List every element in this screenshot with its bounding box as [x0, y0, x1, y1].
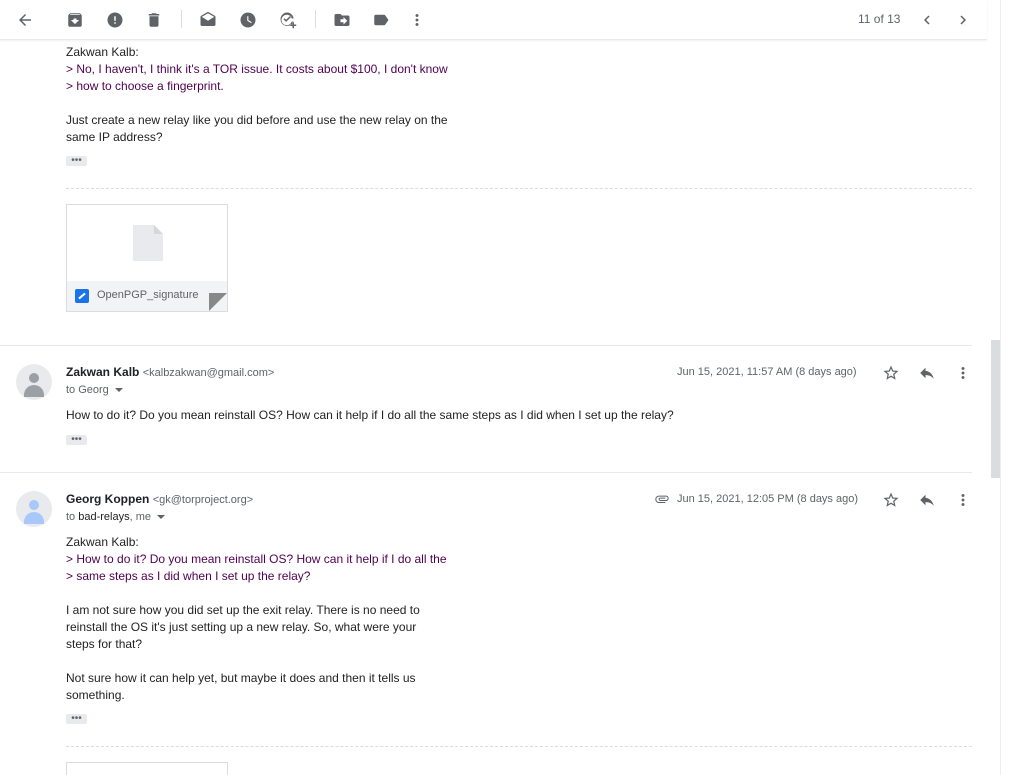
show-trimmed-content-button[interactable]: •••	[66, 714, 87, 724]
recipients-prefix: to	[66, 511, 79, 523]
body-line: Zakwan Kalb:	[66, 45, 139, 59]
show-trimmed-content-button[interactable]: •••	[66, 435, 87, 445]
recipients: to Georg	[66, 384, 123, 396]
body-line: same IP address?	[66, 130, 163, 144]
sender[interactable]: Zakwan Kalb <kalbzakwan@gmail.com>	[66, 365, 274, 379]
attachment-divider	[66, 188, 972, 189]
message-divider	[0, 345, 972, 346]
toolbar-divider	[315, 10, 316, 28]
sender-name: Zakwan Kalb	[66, 365, 140, 379]
avatar	[16, 491, 52, 527]
body-line: Zakwan Kalb:	[66, 535, 139, 549]
body-line: I am not sure how you did set up the exi…	[66, 603, 420, 617]
chevron-right-icon[interactable]	[951, 8, 975, 32]
attachment-divider	[66, 746, 972, 747]
more-vert-icon[interactable]	[951, 361, 975, 385]
attachment-footer: OpenPGP_signature	[67, 281, 227, 311]
sender-email: <gk@torproject.org>	[152, 494, 254, 506]
toolbar: 11 of 13	[0, 0, 987, 40]
attachment-card[interactable]: OpenPGP_signature	[66, 204, 228, 312]
body-line: Not sure how it can help yet, but maybe …	[66, 671, 416, 685]
message-body: Zakwan Kalb: > No, I haven't, I think it…	[66, 44, 448, 146]
message-date: Jun 15, 2021, 11:57 AM (8 days ago)	[677, 366, 857, 378]
delete-icon[interactable]	[142, 8, 166, 32]
quote-line: > how to choose a fingerprint.	[66, 79, 224, 93]
message-body: How to do it? Do you mean reinstall OS? …	[66, 407, 674, 424]
star-icon[interactable]	[879, 361, 903, 385]
body-line: How to do it? Do you mean reinstall OS? …	[66, 408, 674, 422]
body-line: Just create a new relay like you did bef…	[66, 113, 448, 127]
report-spam-icon[interactable]	[103, 8, 127, 32]
quote-line: > No, I haven't, I think it's a TOR issu…	[66, 62, 448, 76]
reply-icon[interactable]	[915, 361, 939, 385]
pager-count: 11 of 13	[858, 12, 901, 26]
archive-icon[interactable]	[63, 8, 87, 32]
attachment-card[interactable]	[66, 762, 228, 775]
toolbar-divider	[181, 10, 182, 28]
page-fold-icon	[209, 293, 227, 311]
chevron-down-icon[interactable]	[114, 388, 123, 393]
scrollbar-edge	[1000, 0, 1001, 775]
message-body: Zakwan Kalb: > How to do it? Do you mean…	[66, 534, 447, 704]
attachment-clip-icon	[654, 491, 670, 507]
pgp-file-icon	[75, 289, 89, 303]
back-arrow-icon[interactable]	[13, 8, 37, 32]
mark-unread-icon[interactable]	[196, 8, 220, 32]
chevron-left-icon[interactable]	[915, 8, 939, 32]
add-to-tasks-icon[interactable]	[276, 8, 300, 32]
more-vert-icon[interactable]	[405, 8, 429, 32]
quote-line: > How to do it? Do you mean reinstall OS…	[66, 552, 447, 566]
sender[interactable]: Georg Koppen <gk@torproject.org>	[66, 492, 253, 506]
recipient-name: bad-relays	[78, 511, 130, 523]
recipient-rest: , me	[129, 511, 151, 523]
show-trimmed-content-button[interactable]: •••	[66, 156, 87, 166]
message-date: Jun 15, 2021, 12:05 PM (8 days ago)	[677, 493, 859, 505]
sender-email: <kalbzakwan@gmail.com>	[142, 367, 275, 379]
avatar	[16, 364, 52, 400]
more-vert-icon[interactable]	[951, 488, 975, 512]
attachment-filename: OpenPGP_signature	[97, 289, 199, 301]
body-line: steps for that?	[66, 637, 143, 651]
reply-icon[interactable]	[915, 488, 939, 512]
body-line: something.	[66, 688, 125, 702]
snooze-icon[interactable]	[236, 8, 260, 32]
recipients-label: to Georg	[66, 384, 109, 396]
file-icon	[133, 225, 163, 261]
star-icon[interactable]	[879, 488, 903, 512]
quote-line: > same steps as I did when I set up the …	[66, 569, 311, 583]
scrollbar-thumb[interactable]	[991, 340, 1000, 478]
sender-name: Georg Koppen	[66, 492, 150, 506]
recipients: to bad-relays, me	[66, 511, 165, 523]
body-line: reinstall the OS it's just setting up a …	[66, 620, 417, 634]
move-to-icon[interactable]	[330, 8, 354, 32]
label-icon[interactable]	[369, 8, 393, 32]
message-divider	[0, 472, 972, 473]
chevron-down-icon[interactable]	[157, 515, 165, 520]
